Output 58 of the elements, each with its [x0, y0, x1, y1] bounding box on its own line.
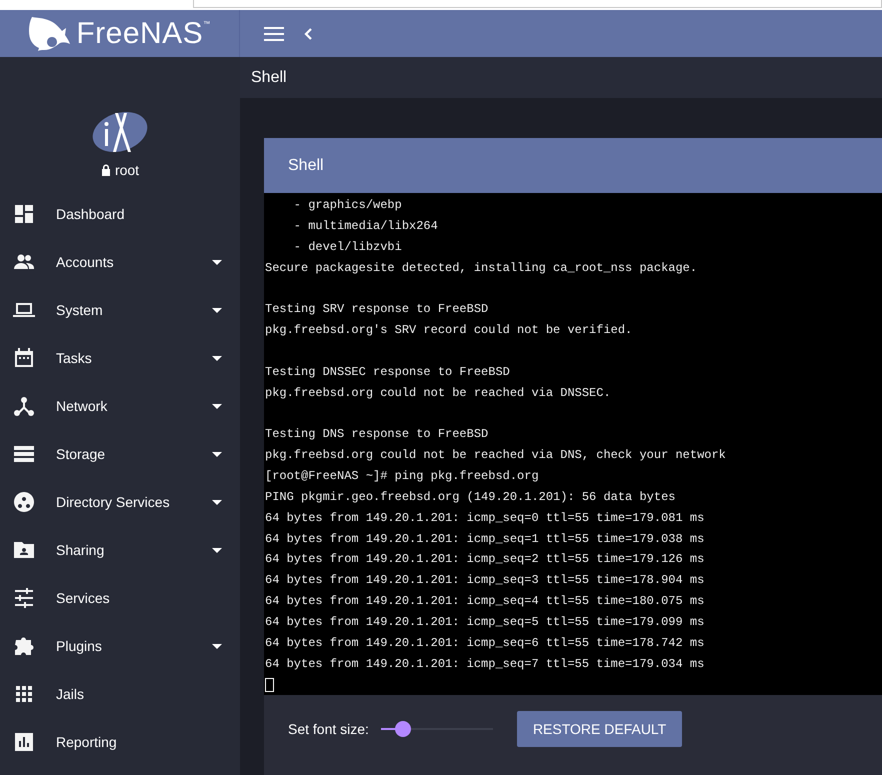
circle-dots-icon — [12, 490, 36, 514]
terminal-line: 64 bytes from 149.20.1.201: icmp_seq=4 ttl=55 time=180.075 ms — [265, 593, 706, 610]
caret-icon — [212, 308, 222, 312]
terminal-cursor — [265, 678, 274, 692]
nav-item[interactable]: Plugins — [0, 622, 240, 670]
caret-icon — [212, 260, 222, 264]
lock-icon — [100, 164, 111, 176]
terminal-line: - multimedia/libx264 — [292, 218, 439, 235]
terminal-line: 64 bytes from 149.20.1.201: icmp_seq=0 ttl=55 time=179.081 ms — [265, 510, 706, 527]
terminal-line: Testing SRV response to FreeBSD — [265, 301, 490, 318]
card-title: Shell — [264, 138, 882, 193]
caret-icon — [212, 644, 222, 648]
network-icon — [12, 394, 36, 418]
restore-default-button[interactable]: RESTORE DEFAULT — [516, 711, 682, 747]
nav-item[interactable]: Dashboard — [0, 190, 240, 238]
terminal-line: Secure packagesite detected, installing ca_root_nss package. — [265, 260, 698, 277]
terminal-line: pkg.freebsd.org could not be reached via DNSSEC. — [265, 384, 612, 402]
caret-icon — [212, 356, 222, 360]
nav-item[interactable]: Directory Services — [0, 478, 240, 526]
caret-icon — [212, 452, 222, 456]
caret-icon — [212, 500, 222, 504]
nav-item[interactable]: Accounts — [0, 238, 240, 286]
terminal-line: 64 bytes from 149.20.1.201: icmp_seq=7 ttl=55 time=179.034 ms — [265, 656, 706, 673]
nav-item[interactable]: Network — [0, 382, 240, 430]
nav-item[interactable]: Reporting — [0, 718, 240, 766]
page-title: Shell — [240, 57, 882, 98]
calendar-icon — [12, 346, 36, 370]
terminal-line: - graphics/webp — [292, 197, 403, 214]
terminal-line: 64 bytes from 149.20.1.201: icmp_seq=6 ttl=55 time=178.742 ms — [265, 634, 706, 652]
slider-thumb[interactable] — [395, 721, 412, 737]
nav-item[interactable]: Jails — [0, 670, 240, 718]
username: root — [114, 162, 140, 178]
terminal-line: pkg.freebsd.org could not be reached via DNS, check your network — [265, 447, 727, 464]
chevron-left-icon[interactable] — [304, 28, 312, 40]
dashboard-icon — [12, 202, 36, 226]
terminal-line: - devel/libzvbi — [292, 238, 403, 256]
terminal-line: [root@FreeNAS ~]# ping pkg.freebsd.org — [265, 468, 540, 485]
nav-item[interactable]: Sharing — [0, 526, 240, 574]
terminal-line: 64 bytes from 149.20.1.201: icmp_seq=1 ttl=55 time=179.038 ms — [265, 530, 706, 548]
ix-logo-icon — [91, 110, 149, 154]
terminal-line: 64 bytes from 149.20.1.201: icmp_seq=2 ttl=55 time=179.126 ms — [265, 551, 706, 568]
nav-item[interactable]: System — [0, 286, 240, 334]
nav-item[interactable]: Storage — [0, 430, 240, 478]
terminal-line: Testing DNSSEC response to FreeBSD — [265, 364, 511, 381]
bar-chart-icon — [12, 730, 36, 754]
font-size-label: Set font size: — [288, 721, 369, 737]
terminal-line: 64 bytes from 149.20.1.201: icmp_seq=5 ttl=55 time=179.099 ms — [265, 614, 706, 631]
nav-item[interactable]: Services — [0, 574, 240, 622]
terminal-line: Testing DNS response to FreeBSD — [265, 426, 490, 444]
terminal-line: pkg.freebsd.org's SRV record could not be verified. — [265, 322, 634, 340]
caret-icon — [212, 548, 222, 552]
terminal-line: PING pkgmir.geo.freebsd.org (149.20.1.201): 56 data bytes — [265, 488, 676, 506]
caret-icon — [212, 404, 222, 408]
terminal-line: 64 bytes from 149.20.1.201: icmp_seq=3 ttl=55 time=178.904 ms — [265, 572, 706, 590]
sliders-icon — [12, 586, 36, 610]
nav-item[interactable]: Tasks — [0, 334, 240, 382]
terminal[interactable] — [264, 193, 882, 695]
menu-icon[interactable] — [264, 26, 284, 40]
